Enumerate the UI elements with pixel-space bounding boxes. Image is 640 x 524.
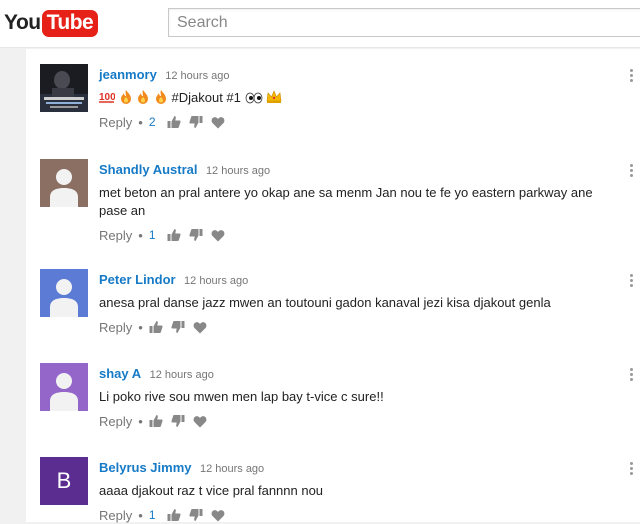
heart-icon[interactable] (211, 509, 225, 522)
reply-count[interactable]: 2 (149, 115, 156, 129)
comment-actions: Reply • 1 (99, 506, 610, 524)
heart-icon[interactable] (211, 229, 225, 242)
avatar[interactable] (40, 269, 88, 317)
100-icon: 100 (99, 92, 115, 103)
reply-button[interactable]: Reply (99, 320, 132, 335)
comment-time[interactable]: 12 hours ago (206, 165, 270, 177)
comment-author[interactable]: Belyrus Jimmy (99, 460, 192, 475)
logo-tube-text: Tube (41, 9, 99, 37)
avatar[interactable] (40, 363, 88, 411)
comment-menu-icon[interactable] (630, 462, 634, 477)
thumbs-down-icon[interactable] (188, 228, 203, 242)
top-bar: You Tube Search (0, 0, 640, 48)
thumbs-down-icon[interactable] (171, 320, 185, 334)
comment-author[interactable]: shay A (99, 366, 141, 381)
comment-author[interactable]: Peter Lindor (99, 272, 176, 287)
comment-actions: Reply • 1 (99, 226, 610, 244)
fire-icon (120, 90, 131, 104)
avatar[interactable]: B (40, 457, 88, 505)
reply-count[interactable]: 1 (149, 228, 156, 242)
logo-you-text: You (4, 11, 41, 34)
thumbs-up-icon[interactable] (167, 508, 181, 522)
thumbs-up-icon[interactable] (149, 320, 163, 334)
comment-menu-icon[interactable] (630, 164, 634, 179)
comment-time[interactable]: 12 hours ago (165, 70, 229, 82)
youtube-logo[interactable]: You Tube (4, 8, 99, 38)
separator-dot: • (138, 227, 143, 243)
reply-button[interactable]: Reply (99, 115, 132, 130)
comment-body: shay A 12 hours ago Li poko rive sou mwe… (99, 365, 610, 430)
separator-dot: • (138, 114, 143, 130)
comment-body: Belyrus Jimmy 12 hours ago aaaa djakout … (99, 459, 610, 524)
comments-panel: jeanmory 12 hours ago 100 #Djakout #1 Re… (26, 49, 640, 524)
separator-dot: • (138, 413, 143, 429)
comment-text: anesa pral danse jazz mwen an toutouni g… (99, 295, 551, 310)
comment-menu-icon[interactable] (630, 368, 634, 383)
search-input[interactable]: Search (168, 8, 640, 37)
comment-text: Li poko rive sou mwen men lap bay t-vice… (99, 389, 384, 404)
comment-actions: Reply • (99, 412, 610, 430)
heart-icon[interactable] (211, 116, 225, 129)
left-gutter (0, 49, 26, 522)
fire-icon (155, 90, 166, 104)
comment-time[interactable]: 12 hours ago (150, 369, 214, 381)
reply-button[interactable]: Reply (99, 228, 132, 243)
avatar-letter: B (40, 457, 88, 505)
thumbs-down-icon[interactable] (188, 115, 203, 129)
comment-body: Shandly Austral 12 hours ago met beton a… (99, 161, 610, 244)
reply-count[interactable]: 1 (149, 508, 156, 522)
thumbs-down-icon[interactable] (171, 414, 185, 428)
heart-icon[interactable] (193, 415, 207, 428)
thumbs-up-icon[interactable] (167, 115, 181, 129)
comment-body: Peter Lindor 12 hours ago anesa pral dan… (99, 271, 610, 336)
crown-icon (266, 90, 282, 103)
comment-author[interactable]: jeanmory (99, 67, 157, 82)
comment-actions: Reply • (99, 318, 610, 336)
reply-button[interactable]: Reply (99, 414, 132, 429)
thumbs-up-icon[interactable] (149, 414, 163, 428)
search-placeholder: Search (177, 14, 228, 31)
comment-text: aaaa djakout raz t vice pral fannnn nou (99, 483, 324, 498)
thumbs-down-icon[interactable] (188, 508, 203, 522)
eyes-icon (245, 92, 262, 104)
comment-text: met beton an pral antere yo okap ane sa … (99, 185, 593, 218)
avatar[interactable] (40, 159, 88, 207)
comment-time[interactable]: 12 hours ago (200, 463, 264, 475)
comment-author[interactable]: Shandly Austral (99, 162, 197, 177)
separator-dot: • (138, 507, 143, 523)
fire-icon (138, 90, 149, 104)
comment-time[interactable]: 12 hours ago (184, 275, 248, 287)
reply-button[interactable]: Reply (99, 508, 132, 523)
comment-text: 100 #Djakout #1 (99, 89, 610, 107)
comment-text-body: #Djakout #1 (171, 90, 241, 105)
comment-menu-icon[interactable] (630, 274, 634, 289)
comment-actions: Reply • 2 (99, 113, 610, 131)
avatar[interactable] (40, 64, 88, 112)
comment-menu-icon[interactable] (630, 69, 634, 84)
heart-icon[interactable] (193, 321, 207, 334)
comment-body: jeanmory 12 hours ago 100 #Djakout #1 Re… (99, 66, 610, 131)
thumbs-up-icon[interactable] (167, 228, 181, 242)
separator-dot: • (138, 319, 143, 335)
